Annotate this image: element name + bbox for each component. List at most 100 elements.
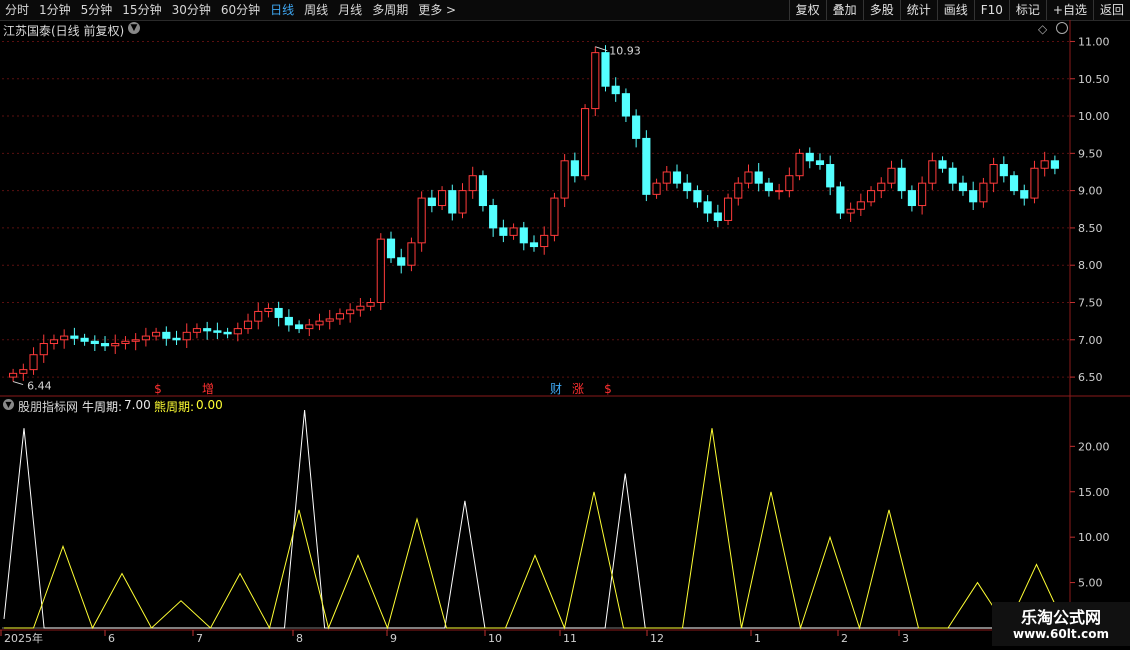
x-tick-label: 7 — [196, 632, 203, 645]
y-tick-label: 10.00 — [1078, 531, 1110, 544]
candle-body — [325, 318, 334, 322]
y-tick-label: 10.50 — [1078, 73, 1110, 86]
candle-body — [601, 52, 610, 87]
candle-body — [734, 182, 743, 199]
x-tick-label: 6 — [108, 632, 115, 645]
candle-body — [856, 201, 865, 210]
candle-body — [468, 175, 477, 192]
candle-body — [775, 190, 784, 193]
x-tick-label: 11 — [563, 632, 577, 645]
y-tick-label: 20.00 — [1078, 440, 1110, 453]
candle-body — [182, 331, 191, 341]
candle-body — [254, 310, 263, 322]
candle-body — [897, 167, 906, 192]
candle-body — [683, 182, 692, 192]
candle-body — [969, 190, 978, 203]
candle-body — [29, 354, 38, 371]
candle-body — [846, 208, 855, 214]
candle-body — [958, 182, 968, 192]
candle-body — [540, 234, 549, 248]
candle-body — [611, 85, 620, 95]
candle-body — [693, 190, 702, 203]
candle-body — [366, 302, 375, 307]
candle-body — [866, 190, 876, 203]
candle-body — [407, 242, 416, 266]
y-tick-label: 15.00 — [1078, 486, 1110, 499]
candle-body — [836, 186, 845, 214]
candle-body — [938, 160, 947, 169]
candle-body — [274, 307, 283, 318]
candle-body — [141, 335, 150, 341]
candle-body — [80, 337, 89, 342]
candle-body — [662, 171, 671, 184]
event-marker: 涨 — [572, 381, 584, 396]
candle-body — [887, 167, 896, 184]
candle-body — [223, 331, 232, 335]
candle-body — [9, 372, 18, 378]
candle-body — [335, 313, 345, 320]
x-tick-label: 9 — [390, 632, 397, 645]
x-tick-label: 12 — [650, 632, 664, 645]
candle-body — [264, 307, 273, 312]
candle-body — [131, 339, 140, 342]
candle-body — [70, 335, 79, 339]
candle-body — [999, 164, 1008, 177]
x-tick-label: 2 — [841, 632, 848, 645]
candle-body — [60, 335, 69, 341]
candle-body — [795, 152, 804, 177]
candle-body — [519, 227, 528, 244]
candle-body — [948, 167, 957, 184]
y-tick-label: 5.00 — [1078, 577, 1103, 590]
candle-body — [570, 160, 579, 177]
y-tick-label: 7.00 — [1078, 334, 1103, 347]
candle-body — [907, 190, 916, 207]
candle-body — [703, 201, 712, 214]
x-tick-label: 10 — [488, 632, 502, 645]
y-tick-label: 10.00 — [1078, 110, 1110, 123]
event-marker: 增 — [202, 382, 214, 396]
candle-body — [1030, 167, 1039, 199]
candle-body — [1009, 175, 1019, 192]
candle-body — [448, 190, 457, 214]
candle-body — [1050, 160, 1059, 169]
candle-body — [764, 182, 773, 192]
candle-body — [815, 160, 825, 166]
candle-body — [305, 324, 314, 330]
candle-body — [580, 108, 590, 177]
candle-body — [121, 340, 130, 345]
candle-body — [1020, 190, 1029, 199]
candle-body — [111, 343, 120, 347]
candle-body — [376, 238, 385, 304]
candle-body — [1040, 160, 1049, 169]
candle-body — [243, 320, 253, 330]
candle-body — [877, 182, 886, 192]
watermark-url: www.60lt.com — [1012, 627, 1110, 641]
candle-body — [652, 182, 661, 195]
y-tick-label: 11.00 — [1078, 35, 1110, 48]
y-tick-label: 6.50 — [1078, 371, 1103, 384]
candle-body — [438, 190, 447, 207]
candle-body — [672, 171, 682, 184]
price-chart[interactable]: 11.00 10.50 10.00 9.50 9.00 8.50 8.00 7.50 7.00 6… — [0, 0, 1130, 650]
candle-body — [172, 337, 181, 341]
candle-body — [979, 182, 988, 203]
candle-body — [427, 197, 436, 207]
low-label: 6.44 — [27, 380, 52, 393]
bull-cycle-line — [3, 409, 1066, 629]
event-marker: $ — [154, 382, 162, 396]
candle-body — [509, 227, 518, 236]
candle-body — [723, 197, 733, 221]
candle-body — [49, 339, 59, 345]
x-tick-label: 1 — [754, 632, 761, 645]
candle-body — [19, 369, 28, 374]
candle-body — [499, 227, 508, 236]
candle-body — [632, 115, 641, 139]
candle-body — [785, 175, 794, 192]
candle-body — [192, 328, 202, 333]
candle-body — [397, 257, 406, 266]
x-tick-label: 3 — [902, 632, 909, 645]
candle-body — [918, 182, 927, 207]
candle-body — [152, 331, 161, 337]
high-label: 10.93 — [609, 45, 641, 58]
candle-body — [550, 197, 559, 236]
